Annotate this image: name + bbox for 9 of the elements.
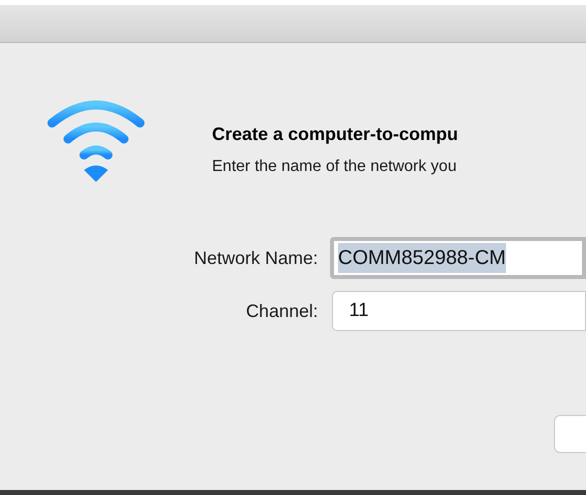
dialog-button[interactable] [554, 415, 586, 453]
dialog-heading: Create a computer-to-compu [212, 125, 458, 143]
field-label: Channel: [244, 300, 319, 322]
field-label: Network Name: [192, 246, 319, 270]
input-field[interactable]: 11 [332, 291, 586, 331]
field-value: 11 [349, 298, 369, 323]
input-field[interactable]: COMM852988-CM [330, 237, 586, 279]
field-value: COMM852988-CM [338, 243, 506, 273]
dialog-message: Enter the name of the network you [212, 159, 458, 175]
